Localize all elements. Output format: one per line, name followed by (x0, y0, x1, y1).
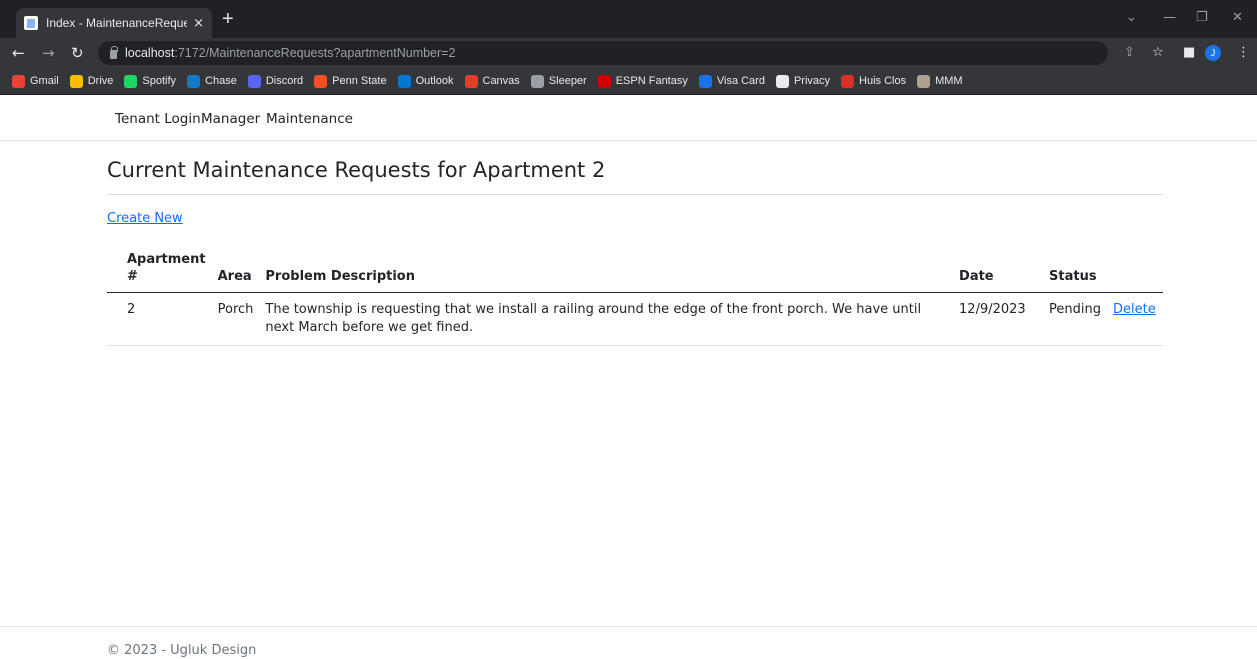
bookmark-label: Spotify (142, 75, 177, 87)
page-footer: © 2023 - Ugluk Design (0, 626, 1257, 659)
minimize-window-icon[interactable]: — (1163, 10, 1176, 25)
table-header-row: Apartment # Area Problem Description Dat… (107, 247, 1163, 293)
bookmark-huis-clos[interactable]: Huis Clos (841, 74, 907, 88)
cell-date: 12/9/2023 (953, 292, 1044, 346)
column-header-actions (1107, 247, 1163, 293)
footer-copyright: © 2023 - Ugluk Design (107, 643, 257, 658)
bookmark-mmm[interactable]: MMM (917, 74, 963, 88)
drive-icon (69, 74, 83, 88)
column-header-problem: Problem Description (259, 247, 954, 293)
bookmark-drive[interactable]: Drive (69, 74, 114, 88)
bookmark-label: Discord (265, 75, 304, 87)
url-path: :7172/MaintenanceRequests?apartmentNumbe… (174, 46, 456, 60)
profile-avatar[interactable]: J (1205, 45, 1221, 61)
bookmark-label: Penn State (332, 75, 387, 87)
share-icon[interactable]: ⇪ (1124, 45, 1135, 61)
bookmarks-bar: Gmail Drive Spotify Chase Discord Penn State O… (0, 68, 1257, 95)
cell-apartment: 2 (107, 292, 212, 346)
bookmark-label: Outlook (415, 75, 454, 87)
bookmark-chase[interactable]: Chase (187, 74, 237, 88)
column-header-date: Date (953, 247, 1044, 293)
forward-arrow-icon[interactable]: → (42, 43, 55, 63)
url-host: localhost (125, 46, 175, 60)
discord-icon (247, 74, 261, 88)
bookmark-penn-state[interactable]: Penn State (314, 74, 387, 88)
bookmark-outlook[interactable]: Outlook (397, 74, 454, 88)
browser-toolbar: ← → ↻ localhost :7172/MaintenanceRequest… (0, 38, 1257, 68)
bookmark-label: MMM (935, 75, 963, 87)
browser-tab[interactable]: Index - MaintenanceRequestApp × (16, 8, 212, 38)
tab-title: Index - MaintenanceRequestApp (46, 16, 188, 30)
bookmark-label: Visa Card (716, 75, 765, 87)
side-panel-icon[interactable]: ■ (1183, 45, 1195, 61)
column-header-status: Status (1043, 247, 1107, 293)
huis-clos-icon (841, 74, 855, 88)
table-row: 2 Porch The township is requesting that … (107, 292, 1163, 346)
bookmark-label: Sleeper (548, 75, 587, 87)
bookmark-espn-fantasy[interactable]: ESPN Fantasy (597, 74, 688, 88)
outlook-icon (397, 74, 411, 88)
column-header-apartment: Apartment # (107, 247, 212, 293)
bookmark-label: Privacy (793, 75, 831, 87)
visa-icon (698, 74, 712, 88)
bookmark-discord[interactable]: Discord (247, 74, 304, 88)
gmail-icon (12, 74, 25, 88)
close-window-icon[interactable]: ✕ (1232, 10, 1243, 25)
cell-actions: Delete (1107, 292, 1163, 346)
delete-link[interactable]: Delete (1113, 302, 1156, 317)
maintenance-requests-table: Apartment # Area Problem Description Dat… (107, 247, 1163, 346)
column-header-area: Area (211, 247, 260, 293)
sleeper-icon (530, 74, 544, 88)
canvas-icon (464, 74, 478, 88)
bookmark-label: Gmail (30, 75, 59, 87)
bookmark-privacy[interactable]: Privacy (775, 74, 831, 88)
mmm-icon (917, 74, 931, 88)
site-navbar: Tenant Login Manager Maintenance (0, 95, 1257, 141)
nav-tenant-login[interactable]: Tenant Login (115, 111, 201, 127)
bookmark-label: Huis Clos (859, 75, 907, 87)
create-new-link[interactable]: Create New (107, 211, 183, 226)
page-favicon-icon (24, 16, 38, 30)
tab-search-icon[interactable]: ⌄ (1126, 10, 1137, 25)
address-bar[interactable]: localhost :7172/MaintenanceRequests?apar… (98, 41, 1108, 65)
web-page: Tenant Login Manager Maintenance Current… (0, 95, 1257, 659)
bookmark-star-icon[interactable]: ☆ (1152, 45, 1164, 61)
bookmark-canvas[interactable]: Canvas (464, 74, 520, 88)
new-tab-button[interactable]: + (222, 9, 234, 29)
bookmark-gmail[interactable]: Gmail (12, 74, 59, 88)
page-title: Current Maintenance Requests for Apartme… (107, 158, 606, 182)
nav-manager[interactable]: Manager (201, 111, 260, 127)
bookmark-label: Canvas (482, 75, 520, 87)
bookmark-label: Chase (205, 75, 237, 87)
bookmark-visa-card[interactable]: Visa Card (698, 74, 765, 88)
browser-menu-icon[interactable]: ⋮ (1237, 45, 1250, 61)
chase-icon (187, 74, 201, 88)
privacy-icon (775, 74, 789, 88)
back-arrow-icon[interactable]: ← (12, 43, 25, 63)
nav-maintenance[interactable]: Maintenance (266, 111, 353, 127)
browser-tab-strip: Index - MaintenanceRequestApp × + ⌄ — ❐ … (0, 0, 1257, 38)
bookmark-sleeper[interactable]: Sleeper (530, 74, 587, 88)
bookmark-label: Drive (87, 75, 114, 87)
reload-icon[interactable]: ↻ (71, 43, 84, 63)
close-tab-icon[interactable]: × (193, 16, 204, 31)
restore-window-icon[interactable]: ❐ (1196, 10, 1208, 25)
spotify-icon (124, 74, 138, 88)
espn-icon (597, 74, 611, 88)
cell-status: Pending (1043, 292, 1107, 346)
cell-area: Porch (211, 292, 260, 346)
bookmark-spotify[interactable]: Spotify (124, 74, 177, 88)
title-divider (107, 194, 1163, 195)
cell-problem: The township is requesting that we insta… (259, 292, 954, 346)
bookmark-label: ESPN Fantasy (615, 75, 688, 87)
lock-icon[interactable] (110, 46, 118, 59)
windows-icon (314, 74, 328, 88)
